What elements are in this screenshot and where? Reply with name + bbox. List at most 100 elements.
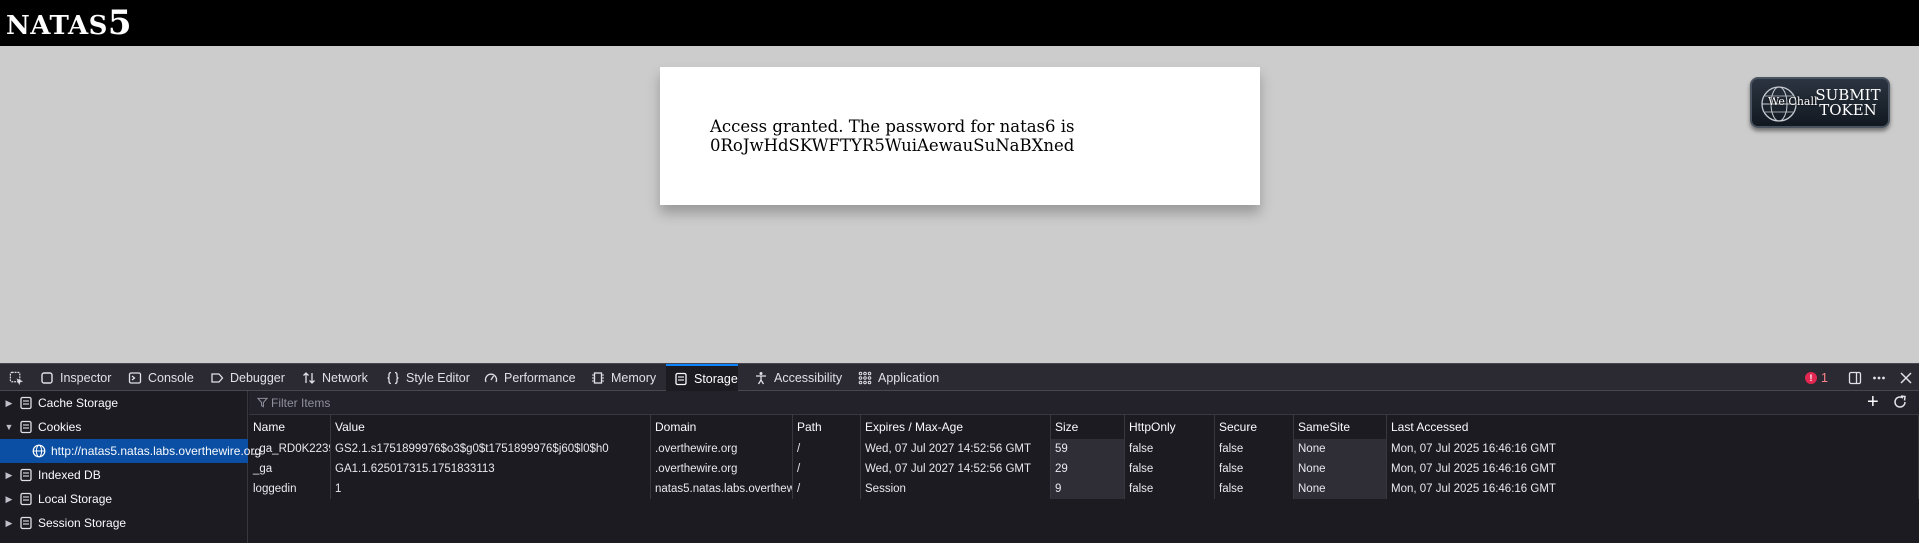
tab-label: Network bbox=[322, 370, 368, 385]
tree-item-session-storage[interactable]: ▶ Session Storage bbox=[0, 511, 248, 535]
tab-accessibility[interactable]: Accessibility bbox=[754, 364, 854, 391]
performance-icon bbox=[484, 373, 498, 382]
table-cell: / bbox=[793, 459, 861, 479]
table-cell: / bbox=[793, 439, 861, 459]
tab-label: Style Editor bbox=[406, 370, 470, 385]
table-row[interactable]: loggedin1natas5.natas.labs.overthewire.o… bbox=[249, 479, 1919, 499]
table-cell: false bbox=[1215, 439, 1294, 459]
collapse-arrow-icon[interactable]: ▼ bbox=[4, 422, 14, 432]
table-cell: false bbox=[1215, 459, 1294, 479]
table-cell: None bbox=[1294, 459, 1387, 479]
tab-style-editor[interactable]: Style Editor bbox=[386, 364, 474, 391]
tree-item-label: http://natas5.natas.labs.overthewire.org bbox=[51, 444, 262, 458]
tab-label: Console bbox=[148, 370, 194, 385]
tab-memory[interactable]: Memory bbox=[591, 364, 659, 391]
filter-input[interactable] bbox=[255, 394, 1555, 412]
table-cell: Wed, 07 Jul 2027 14:52:56 GMT bbox=[861, 439, 1051, 459]
page-header: NATAS5 bbox=[0, 0, 1919, 46]
content-card: Access granted. The password for natas6 … bbox=[660, 67, 1260, 205]
table-cell: _ga bbox=[249, 459, 331, 479]
submit-token-label: SUBMIT TOKEN bbox=[1815, 86, 1881, 119]
close-icon[interactable] bbox=[1899, 371, 1913, 385]
table-cell: 59 bbox=[1051, 439, 1125, 459]
tree-item-cookies[interactable]: ▼ Cookies bbox=[0, 415, 248, 439]
accessibility-icon bbox=[756, 371, 766, 384]
tab-label: Inspector bbox=[60, 370, 112, 385]
expand-arrow-icon[interactable]: ▶ bbox=[4, 398, 14, 409]
tree-item-indexed-db[interactable]: ▶ Indexed DB bbox=[0, 463, 248, 487]
table-cell: natas5.natas.labs.overthewire.org bbox=[651, 479, 793, 499]
submit-token-button[interactable]: We Chall SUBMIT TOKEN bbox=[1750, 77, 1890, 128]
tab-storage[interactable]: Storage bbox=[666, 364, 738, 391]
column-header[interactable]: Name bbox=[249, 415, 331, 439]
column-header[interactable]: Path bbox=[793, 415, 861, 439]
dock-side-icon[interactable] bbox=[1848, 371, 1862, 385]
tab-inspector[interactable]: Inspector bbox=[40, 364, 116, 391]
tree-item-cookie-origin[interactable]: http://natas5.natas.labs.overthewire.org bbox=[0, 439, 261, 463]
expand-arrow-icon[interactable]: ▶ bbox=[4, 470, 14, 481]
table-cell: loggedin bbox=[249, 479, 331, 499]
expand-arrow-icon[interactable]: ▶ bbox=[4, 494, 14, 505]
column-header[interactable]: Expires / Max-Age bbox=[861, 415, 1051, 439]
storage-icon bbox=[20, 396, 32, 410]
table-cell: false bbox=[1125, 439, 1215, 459]
devtools-panel: Inspector Console Debugger Network Style… bbox=[0, 363, 1919, 543]
page-title: NATAS5 bbox=[6, 3, 132, 43]
tab-label: Debugger bbox=[230, 370, 285, 385]
table-cell: Session bbox=[861, 479, 1051, 499]
storage-tree: ▶ Cache Storage ▼ Cookies http://natas5.… bbox=[0, 391, 261, 543]
storage-icon bbox=[20, 468, 32, 482]
table-row[interactable]: _ga GA1.1.625017315.1751833113 .overthewir… bbox=[249, 459, 1919, 479]
debugger-icon bbox=[211, 372, 224, 383]
table-cell: _ga_RD0K2239G0 bbox=[249, 439, 331, 459]
table-cell: .overthewire.org bbox=[651, 439, 793, 459]
error-count-badge[interactable]: ! 1 bbox=[1805, 364, 1828, 391]
tree-item-local-storage[interactable]: ▶ Local Storage bbox=[0, 487, 248, 511]
cookies-table: Name Value Domain Path Expires / Max-Age Size… bbox=[249, 415, 1919, 543]
table-cell: GS2.1.s1751899976$o3$g0$t1751899976$j60$… bbox=[331, 439, 651, 459]
page-title-number: 5 bbox=[107, 3, 133, 43]
globe-icon bbox=[32, 444, 46, 458]
table-cell: Mon, 07 Jul 2025 16:46:16 GMT bbox=[1387, 459, 1919, 479]
tree-item-label: Indexed DB bbox=[38, 468, 101, 482]
column-header[interactable]: Last Accessed bbox=[1387, 415, 1919, 439]
tab-performance[interactable]: Performance bbox=[484, 364, 579, 391]
filter-bar bbox=[249, 391, 1919, 415]
storage-icon bbox=[20, 516, 32, 530]
tree-item-cache-storage[interactable]: ▶ Cache Storage bbox=[0, 391, 248, 415]
column-header[interactable]: SameSite bbox=[1294, 415, 1387, 439]
table-cell: 9 bbox=[1051, 479, 1125, 499]
table-cell: .overthewire.org bbox=[651, 459, 793, 479]
table-cell: Mon, 07 Jul 2025 16:46:16 GMT bbox=[1387, 439, 1919, 459]
column-header[interactable]: HttpOnly bbox=[1125, 415, 1215, 439]
table-row[interactable]: _ga_RD0K2239G0GS2.1.s1751899976$o3$g0$t1… bbox=[249, 439, 1919, 459]
console-icon bbox=[128, 371, 142, 384]
expand-arrow-icon[interactable]: ▶ bbox=[4, 518, 14, 529]
tree-item-label: Session Storage bbox=[38, 516, 127, 530]
content-text: Access granted. The password for natas6 … bbox=[710, 117, 1075, 155]
storage-icon bbox=[20, 420, 32, 434]
network-icon bbox=[303, 371, 315, 384]
column-header[interactable]: Value bbox=[331, 415, 651, 439]
table-cell: None bbox=[1294, 439, 1387, 459]
inspector-icon bbox=[41, 371, 53, 384]
tab-debugger[interactable]: Debugger bbox=[210, 364, 290, 391]
add-icon[interactable]: + bbox=[1867, 392, 1885, 412]
table-cell: 1 bbox=[331, 479, 651, 499]
tab-label: Application bbox=[878, 370, 940, 385]
wechall-brand: We Chall bbox=[1768, 95, 1818, 108]
table-cell: None bbox=[1294, 479, 1387, 499]
tab-application[interactable]: Application bbox=[858, 364, 948, 391]
refresh-icon[interactable] bbox=[1892, 394, 1908, 410]
more-options-icon[interactable] bbox=[1872, 371, 1886, 385]
tab-label: Accessibility bbox=[774, 370, 843, 385]
tab-console[interactable]: Console bbox=[128, 364, 198, 391]
column-header[interactable]: Size bbox=[1051, 415, 1125, 439]
tab-network[interactable]: Network bbox=[302, 364, 374, 391]
column-header[interactable]: Domain bbox=[651, 415, 793, 439]
column-header[interactable]: Secure bbox=[1215, 415, 1294, 439]
access-message: Access granted. The password for natas6 … bbox=[710, 117, 1075, 136]
element-picker-icon[interactable] bbox=[9, 371, 24, 386]
application-icon bbox=[858, 371, 872, 384]
style-editor-icon bbox=[387, 371, 399, 384]
